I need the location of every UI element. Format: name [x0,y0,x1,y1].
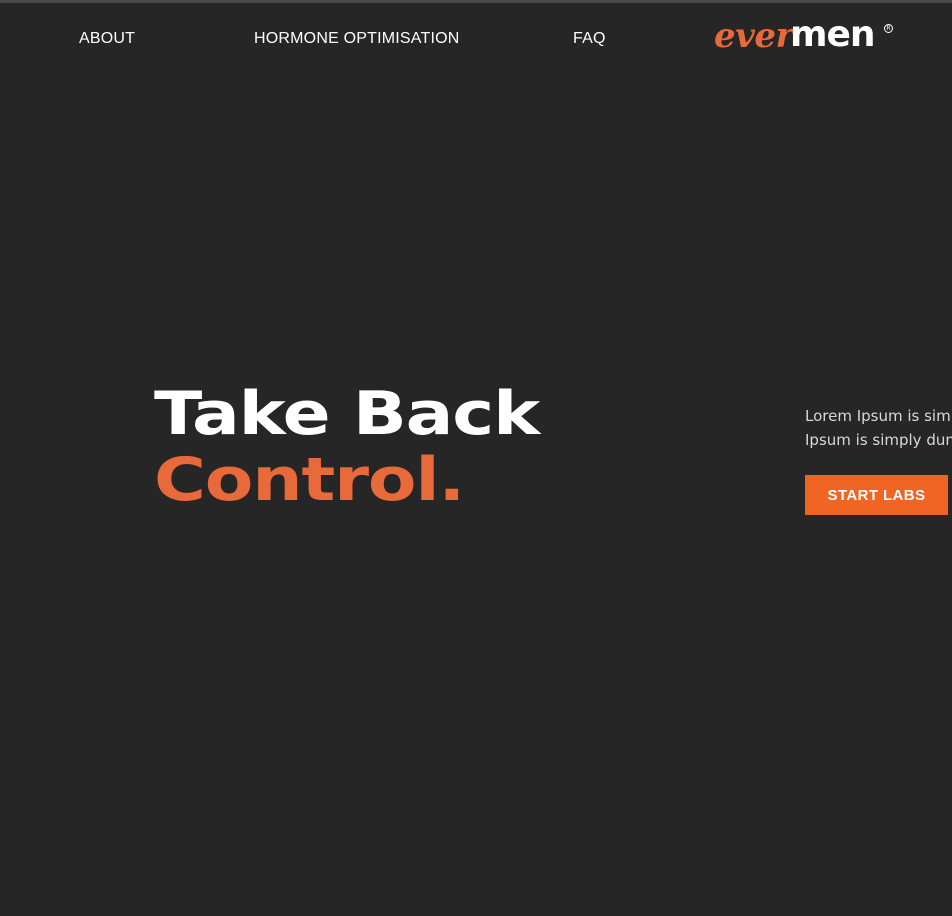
nav-link-faq[interactable]: FAQ [573,30,606,48]
logo-part-ever: ever [714,16,793,56]
top-divider [0,0,952,3]
registered-trademark-icon: R [884,24,893,33]
start-labs-button[interactable]: START LABS [805,475,948,515]
hero-headline: Take Back Control. [154,379,540,515]
nav-link-hormone-optimisation[interactable]: HORMONE OPTIMISATION [254,30,459,48]
hero-description-line-1: Lorem Ipsum is simp [805,407,952,425]
headline-line-control: Control. [154,445,465,515]
headline-line-take-back: Take Back [154,379,540,449]
nav-link-about[interactable]: ABOUT [79,30,135,48]
hero-description: Lorem Ipsum is simp Ipsum is simply dum [805,404,952,452]
hero-description-line-2: Ipsum is simply dum [805,431,952,449]
logo-part-men: men [790,14,876,55]
